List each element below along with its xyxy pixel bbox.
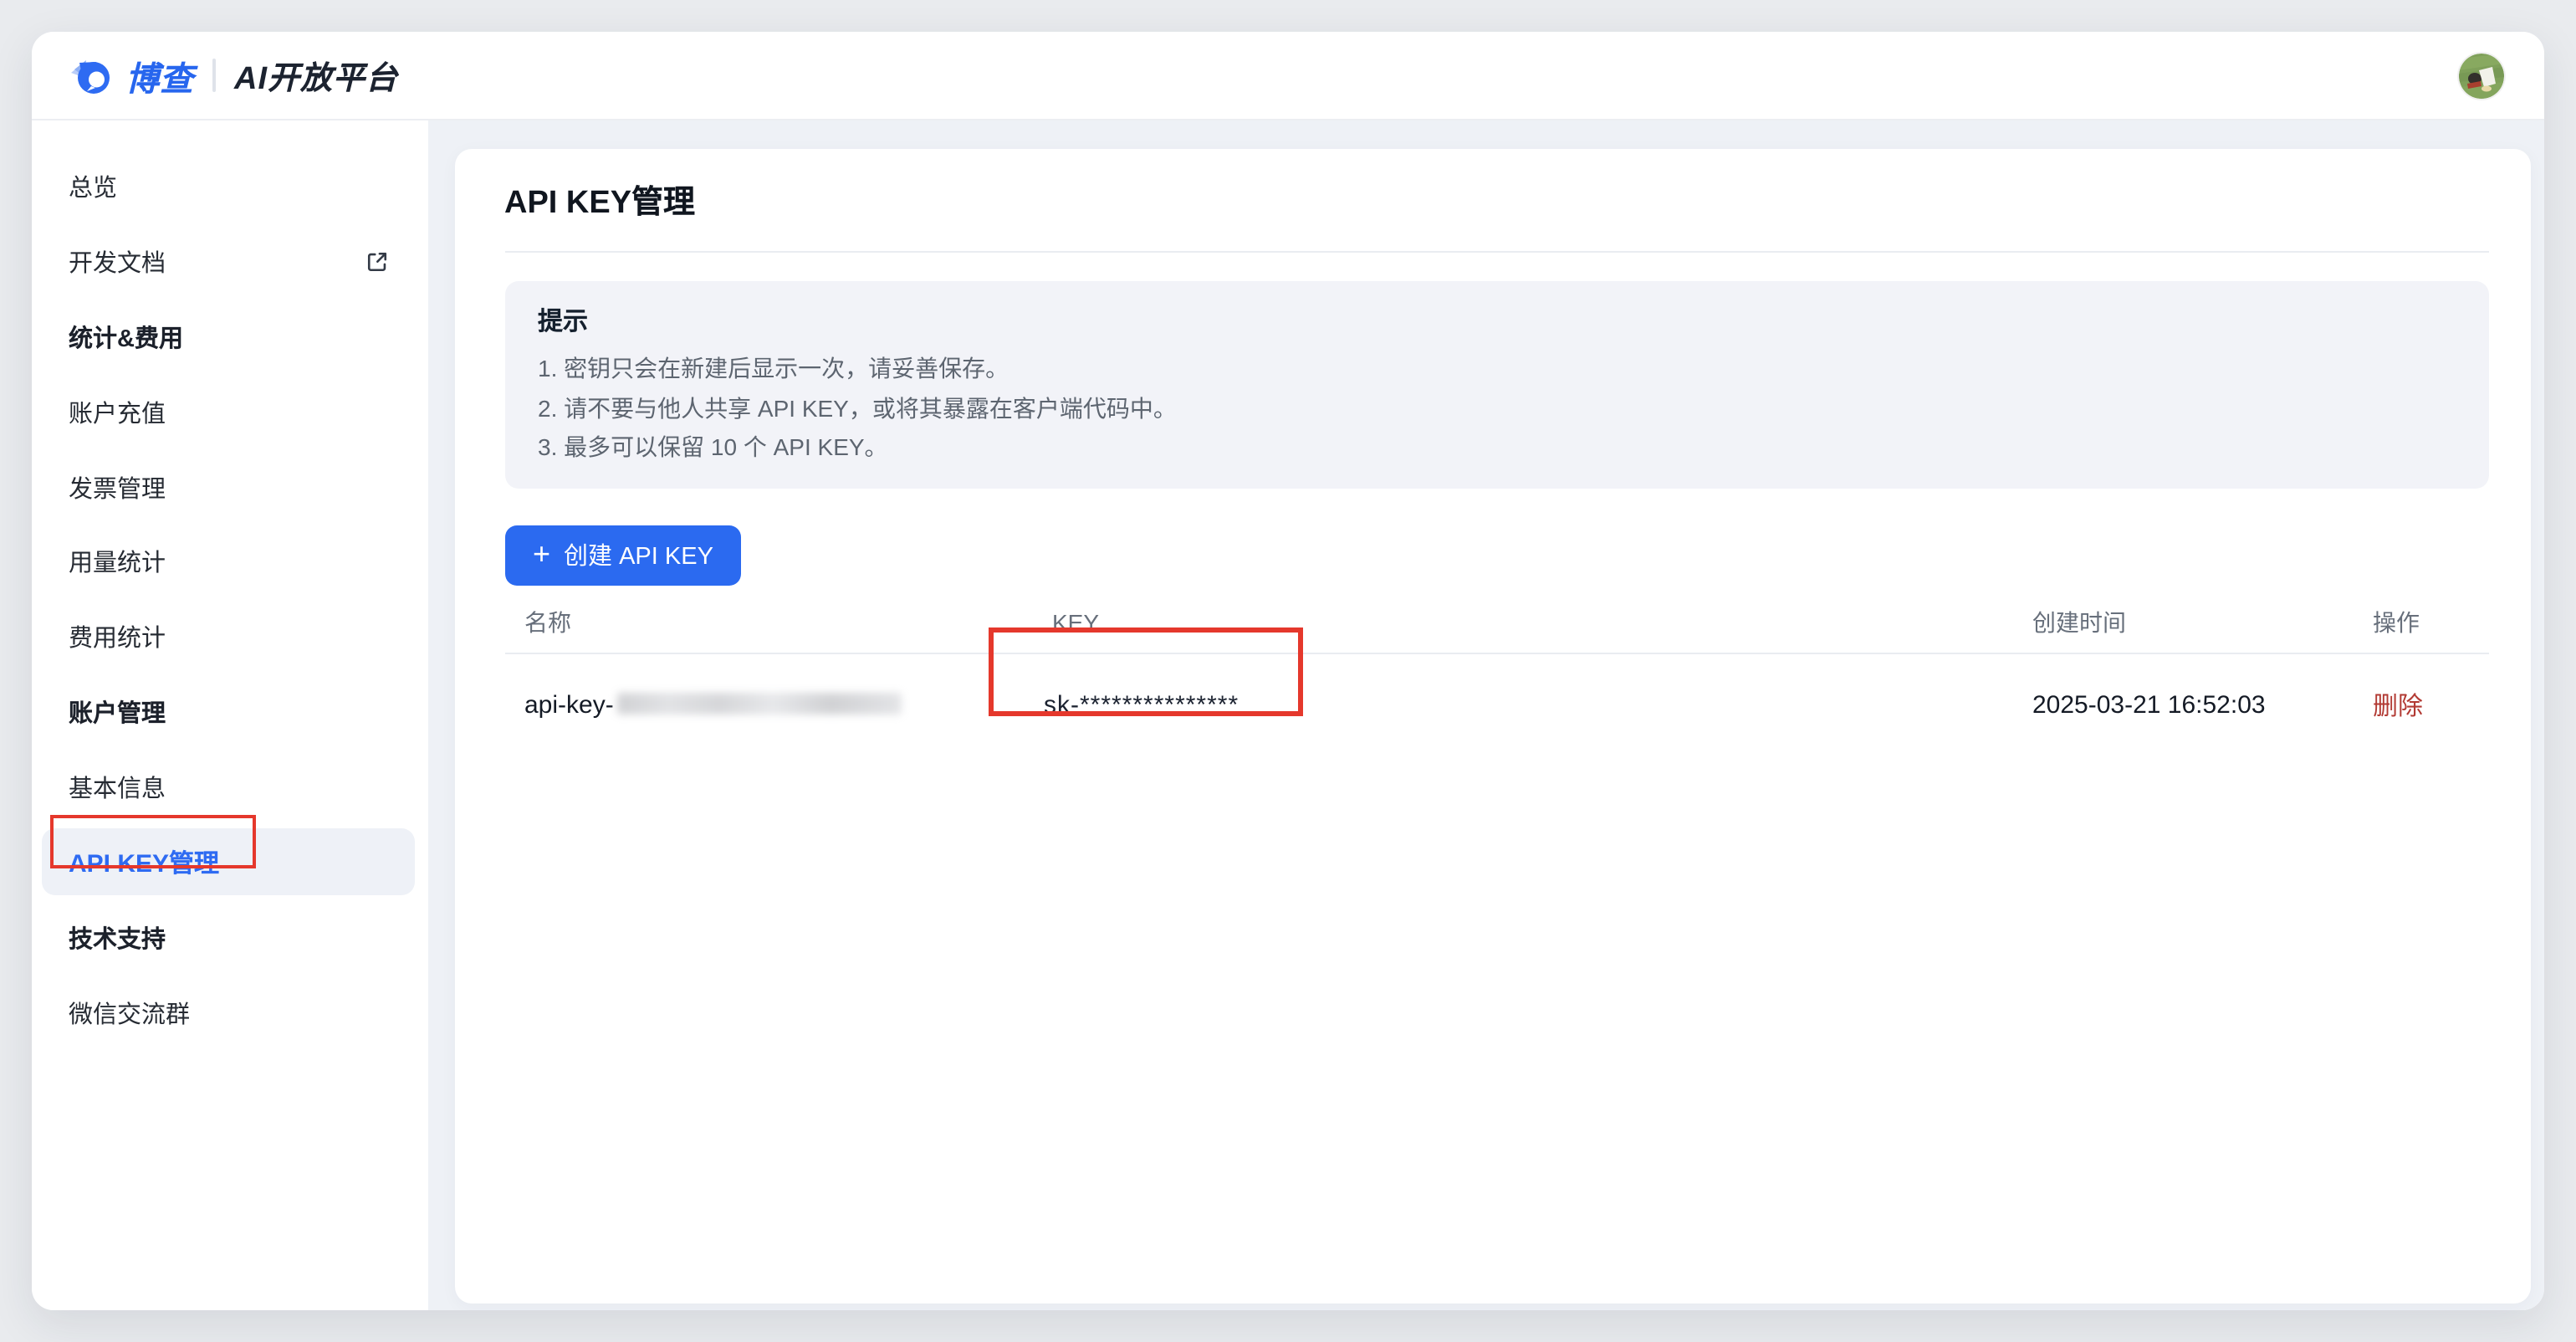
create-api-key-label: 创建 API KEY: [564, 537, 713, 572]
sidebar-item-label: API KEY管理: [69, 845, 219, 880]
api-key-masked-cell: sk-***************: [1032, 691, 2012, 720]
tips-line-3: 3. 最多可以保留 10 个 API KEY。: [538, 428, 2456, 468]
content-area: API KEY管理 提示 1. 密钥只会在新建后显示一次，请妥善保存。 2. 请…: [428, 120, 2544, 1310]
sidebar-item-发票管理[interactable]: 发票管理: [32, 449, 428, 525]
sidebar-item-label: 发票管理: [69, 469, 166, 505]
table-body: api-key-sk-*************** 2025-03-21 16:…: [504, 653, 2489, 757]
col-header-key: KEY: [1032, 609, 2012, 636]
app-window: 博查 AI开放平台: [32, 32, 2544, 1310]
col-header-action: 操作: [2353, 606, 2489, 639]
sidebar-item-api-key管理[interactable]: API KEY管理: [42, 829, 414, 896]
user-avatar[interactable]: [2459, 53, 2504, 98]
sidebar-item-label: 总览: [69, 169, 117, 204]
topbar: 博查 AI开放平台: [32, 32, 2544, 120]
brand-name: 博查: [125, 51, 194, 100]
sidebar-item-费用统计[interactable]: 费用统计: [32, 600, 428, 675]
sidebar-item-label: 技术支持: [69, 920, 166, 955]
sidebar-item-label: 微信交流群: [69, 995, 190, 1030]
sidebar-item-账户管理: 账户管理: [32, 674, 428, 750]
tips-title: 提示: [538, 303, 2456, 338]
sidebar-item-label: 用量统计: [69, 545, 166, 580]
sidebar-item-label: 费用统计: [69, 620, 166, 655]
api-key-table: 名称 KEY 创建时间 操作 api-key-sk-**************…: [504, 593, 2489, 757]
sidebar-item-技术支持: 技术支持: [32, 900, 428, 976]
sidebar-item-label: 统计&费用: [69, 319, 183, 354]
col-header-created: 创建时间: [2012, 606, 2353, 639]
sidebar-item-统计&费用: 统计&费用: [32, 300, 428, 375]
platform-name: AI开放平台: [234, 53, 398, 98]
table-header-row: 名称 KEY 创建时间 操作: [504, 593, 2489, 653]
page-title: API KEY管理: [504, 149, 2489, 223]
delete-link[interactable]: 删除: [2373, 693, 2423, 721]
tips-line-1: 1. 密钥只会在新建后显示一次，请妥善保存。: [538, 350, 2456, 389]
action-cell: 删除: [2353, 688, 2489, 723]
sidebar-item-开发文档[interactable]: 开发文档: [32, 224, 428, 300]
table-row: api-key-sk-*************** 2025-03-21 16:…: [504, 653, 2489, 757]
main-panel: API KEY管理 提示 1. 密钥只会在新建后显示一次，请妥善保存。 2. 请…: [454, 149, 2530, 1304]
api-key-name-prefix: api-key-: [524, 691, 614, 720]
sidebar-item-账户充值[interactable]: 账户充值: [32, 374, 428, 449]
redacted-name-blur: [617, 693, 902, 715]
logo-divider: [212, 59, 216, 92]
tips-line-2: 2. 请不要与他人共享 API KEY，或将其暴露在客户端代码中。: [538, 389, 2456, 428]
sidebar-item-用量统计[interactable]: 用量统计: [32, 525, 428, 600]
sidebar-item-微信交流群[interactable]: 微信交流群: [32, 976, 428, 1051]
sidebar-item-总览[interactable]: 总览: [32, 149, 428, 224]
created-time-cell: 2025-03-21 16:52:03: [2012, 691, 2353, 720]
sidebar-item-label: 账户充值: [69, 394, 166, 429]
body-columns: 总览开发文档统计&费用账户充值发票管理用量统计费用统计账户管理基本信息 API K…: [32, 120, 2544, 1310]
create-api-key-button[interactable]: + 创建 API KEY: [504, 525, 742, 585]
sidebar-item-label: 开发文档: [69, 244, 166, 279]
sidebar-item-基本信息[interactable]: 基本信息: [32, 750, 428, 825]
page: 博查 AI开放平台: [0, 0, 2576, 1342]
bocha-logo-icon: [69, 53, 114, 98]
title-divider: [504, 251, 2489, 253]
logo[interactable]: 博查 AI开放平台: [69, 51, 398, 100]
sidebar-nav: 总览开发文档统计&费用账户充值发票管理用量统计费用统计账户管理基本信息 API K…: [32, 120, 428, 1310]
plus-icon: +: [533, 538, 550, 568]
api-key-name-cell: api-key-: [504, 691, 1032, 720]
tips-box: 提示 1. 密钥只会在新建后显示一次，请妥善保存。 2. 请不要与他人共享 AP…: [504, 281, 2489, 488]
external-link-icon: [366, 251, 388, 273]
sidebar-item-label: 账户管理: [69, 694, 166, 730]
masked-key-value: sk-***************: [1044, 691, 1239, 720]
sidebar-item-label: 基本信息: [69, 770, 166, 805]
col-header-name: 名称: [504, 606, 1032, 639]
